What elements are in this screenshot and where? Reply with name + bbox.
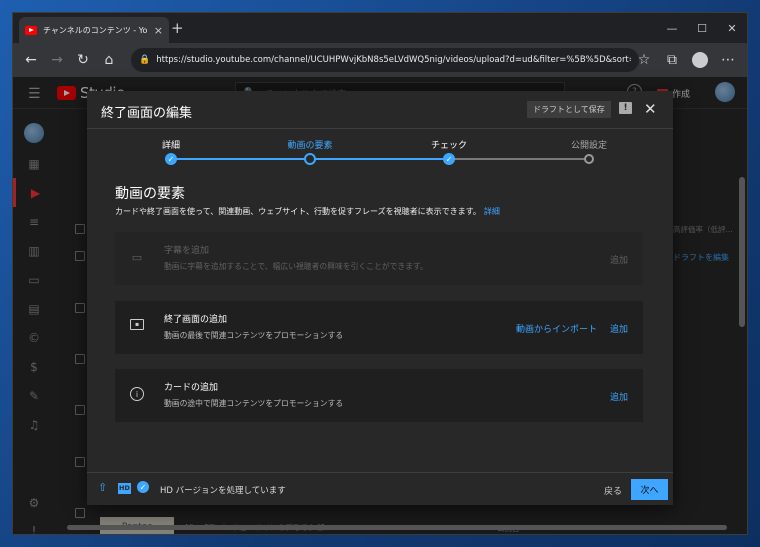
lock-icon: 🔒 <box>139 55 151 65</box>
feedback-flag-icon[interactable]: ! <box>619 102 632 114</box>
step-done-check-icon[interactable]: ✓ <box>165 153 177 165</box>
collections-icon[interactable]: ⧉ <box>659 47 685 73</box>
dialog-title: 終了画面の編集 <box>101 106 193 121</box>
add-cards-button[interactable]: 追加 <box>610 390 628 403</box>
more-icon[interactable]: ⋯ <box>715 47 741 73</box>
section-title: 動画の要素 <box>115 186 185 202</box>
save-draft-button[interactable]: ドラフトとして保存 <box>527 101 611 118</box>
step-todo-icon[interactable] <box>584 154 594 164</box>
end-screen-icon: ▪ <box>130 319 144 330</box>
youtube-favicon-icon <box>25 25 37 35</box>
forward-icon[interactable]: → <box>44 47 70 73</box>
info-icon: i <box>130 387 144 401</box>
add-end-screen-card: ▪ 終了画面の追加 動画の最後で関連コンテンツをプロモーションする 動画からイン… <box>115 301 643 354</box>
navigation-bar: ← → ↻ ⌂ 🔒 https://studio.youtube.com/cha… <box>13 43 747 77</box>
card-subtitle: 動画の途中で関連コンテンツをプロモーションする <box>164 399 344 408</box>
checks-complete-icon: ✓ <box>137 481 149 493</box>
step-done-check-icon[interactable]: ✓ <box>443 153 455 165</box>
section-description: カードや終了画面を使って、関連動画、ウェブサイト、行動を促すフレーズを視聴者に表… <box>115 206 500 217</box>
section-description-text: カードや終了画面を使って、関連動画、ウェブサイト、行動を促すフレーズを視聴者に表… <box>115 207 481 216</box>
home-icon[interactable]: ⌂ <box>96 47 122 73</box>
address-bar[interactable]: 🔒 https://studio.youtube.com/channel/UCU… <box>131 48 639 72</box>
card-subtitle: 動画の最後で関連コンテンツをプロモーションする <box>164 331 344 340</box>
step-current-icon[interactable] <box>304 153 316 165</box>
processing-status: HD バージョンを処理しています <box>160 486 286 496</box>
card-title: 終了画面の追加 <box>164 315 228 325</box>
window-controls: — ☐ ✕ <box>657 13 747 43</box>
favorites-icon[interactable]: ☆ <box>631 47 657 73</box>
stepper-line-todo <box>449 158 589 160</box>
upload-icon: ⇧ <box>98 481 108 494</box>
close-window-icon[interactable]: ✕ <box>717 13 747 43</box>
add-subtitles-button[interactable]: 追加 <box>610 253 628 266</box>
browser-toolbar: ☆ ⧉ ⋯ <box>631 47 741 73</box>
back-icon[interactable]: ← <box>18 47 44 73</box>
profile-avatar[interactable] <box>692 52 708 68</box>
next-button[interactable]: 次へ <box>631 479 668 500</box>
horizontal-scrollbar[interactable] <box>67 525 727 530</box>
new-tab-button[interactable]: + <box>171 19 184 37</box>
add-end-screen-button[interactable]: 追加 <box>610 322 628 335</box>
hd-badge-icon: HD <box>118 483 131 494</box>
add-cards-card: i カードの追加 動画の途中で関連コンテンツをプロモーションする 追加 <box>115 369 643 422</box>
browser-tab[interactable]: チャンネルのコンテンツ - YouTube St × <box>19 17 169 43</box>
learn-more-link[interactable]: 詳細 <box>484 207 500 216</box>
step-label-details[interactable]: 詳細 <box>162 138 180 151</box>
step-label-visibility[interactable]: 公開設定 <box>571 138 607 151</box>
end-screen-dialog: 終了画面の編集 ドラフトとして保存 ! ✕ 詳細 ✓ 動画の要素 チェック ✓ … <box>87 91 673 505</box>
upload-stepper: 詳細 ✓ 動画の要素 チェック ✓ 公開設定 <box>87 131 673 171</box>
add-subtitles-card: ▭ 字幕を追加 動画に字幕を追加することで、幅広い視聴者の興味を引くことができま… <box>115 232 643 285</box>
back-button[interactable]: 戻る <box>604 484 622 497</box>
step-label-elements[interactable]: 動画の要素 <box>287 138 332 151</box>
step-label-checks[interactable]: チェック <box>431 138 467 151</box>
dialog-footer: ⇧ HD ✓ HD バージョンを処理しています 戻る 次へ <box>87 472 673 505</box>
subtitles-icon: ▭ <box>131 250 143 264</box>
tab-close-icon[interactable]: × <box>154 24 163 37</box>
minimize-icon[interactable]: — <box>657 13 687 43</box>
reload-icon[interactable]: ↻ <box>70 47 96 73</box>
card-title: カードの追加 <box>164 383 219 393</box>
card-subtitle: 動画に字幕を追加することで、幅広い視聴者の興味を引くことができます。 <box>164 262 428 271</box>
url-text: https://studio.youtube.com/channel/UCUHP… <box>156 55 631 65</box>
card-title: 字幕を追加 <box>164 246 210 256</box>
import-from-video-button[interactable]: 動画からインポート <box>516 322 597 335</box>
tab-title: チャンネルのコンテンツ - YouTube St <box>43 25 148 35</box>
close-dialog-icon[interactable]: ✕ <box>644 100 657 118</box>
title-bar: チャンネルのコンテンツ - YouTube St × + — ☐ ✕ <box>13 13 747 43</box>
dialog-header: 終了画面の編集 ドラフトとして保存 ! ✕ <box>87 91 673 129</box>
maximize-icon[interactable]: ☐ <box>687 13 717 43</box>
vertical-scrollbar[interactable] <box>739 177 745 327</box>
